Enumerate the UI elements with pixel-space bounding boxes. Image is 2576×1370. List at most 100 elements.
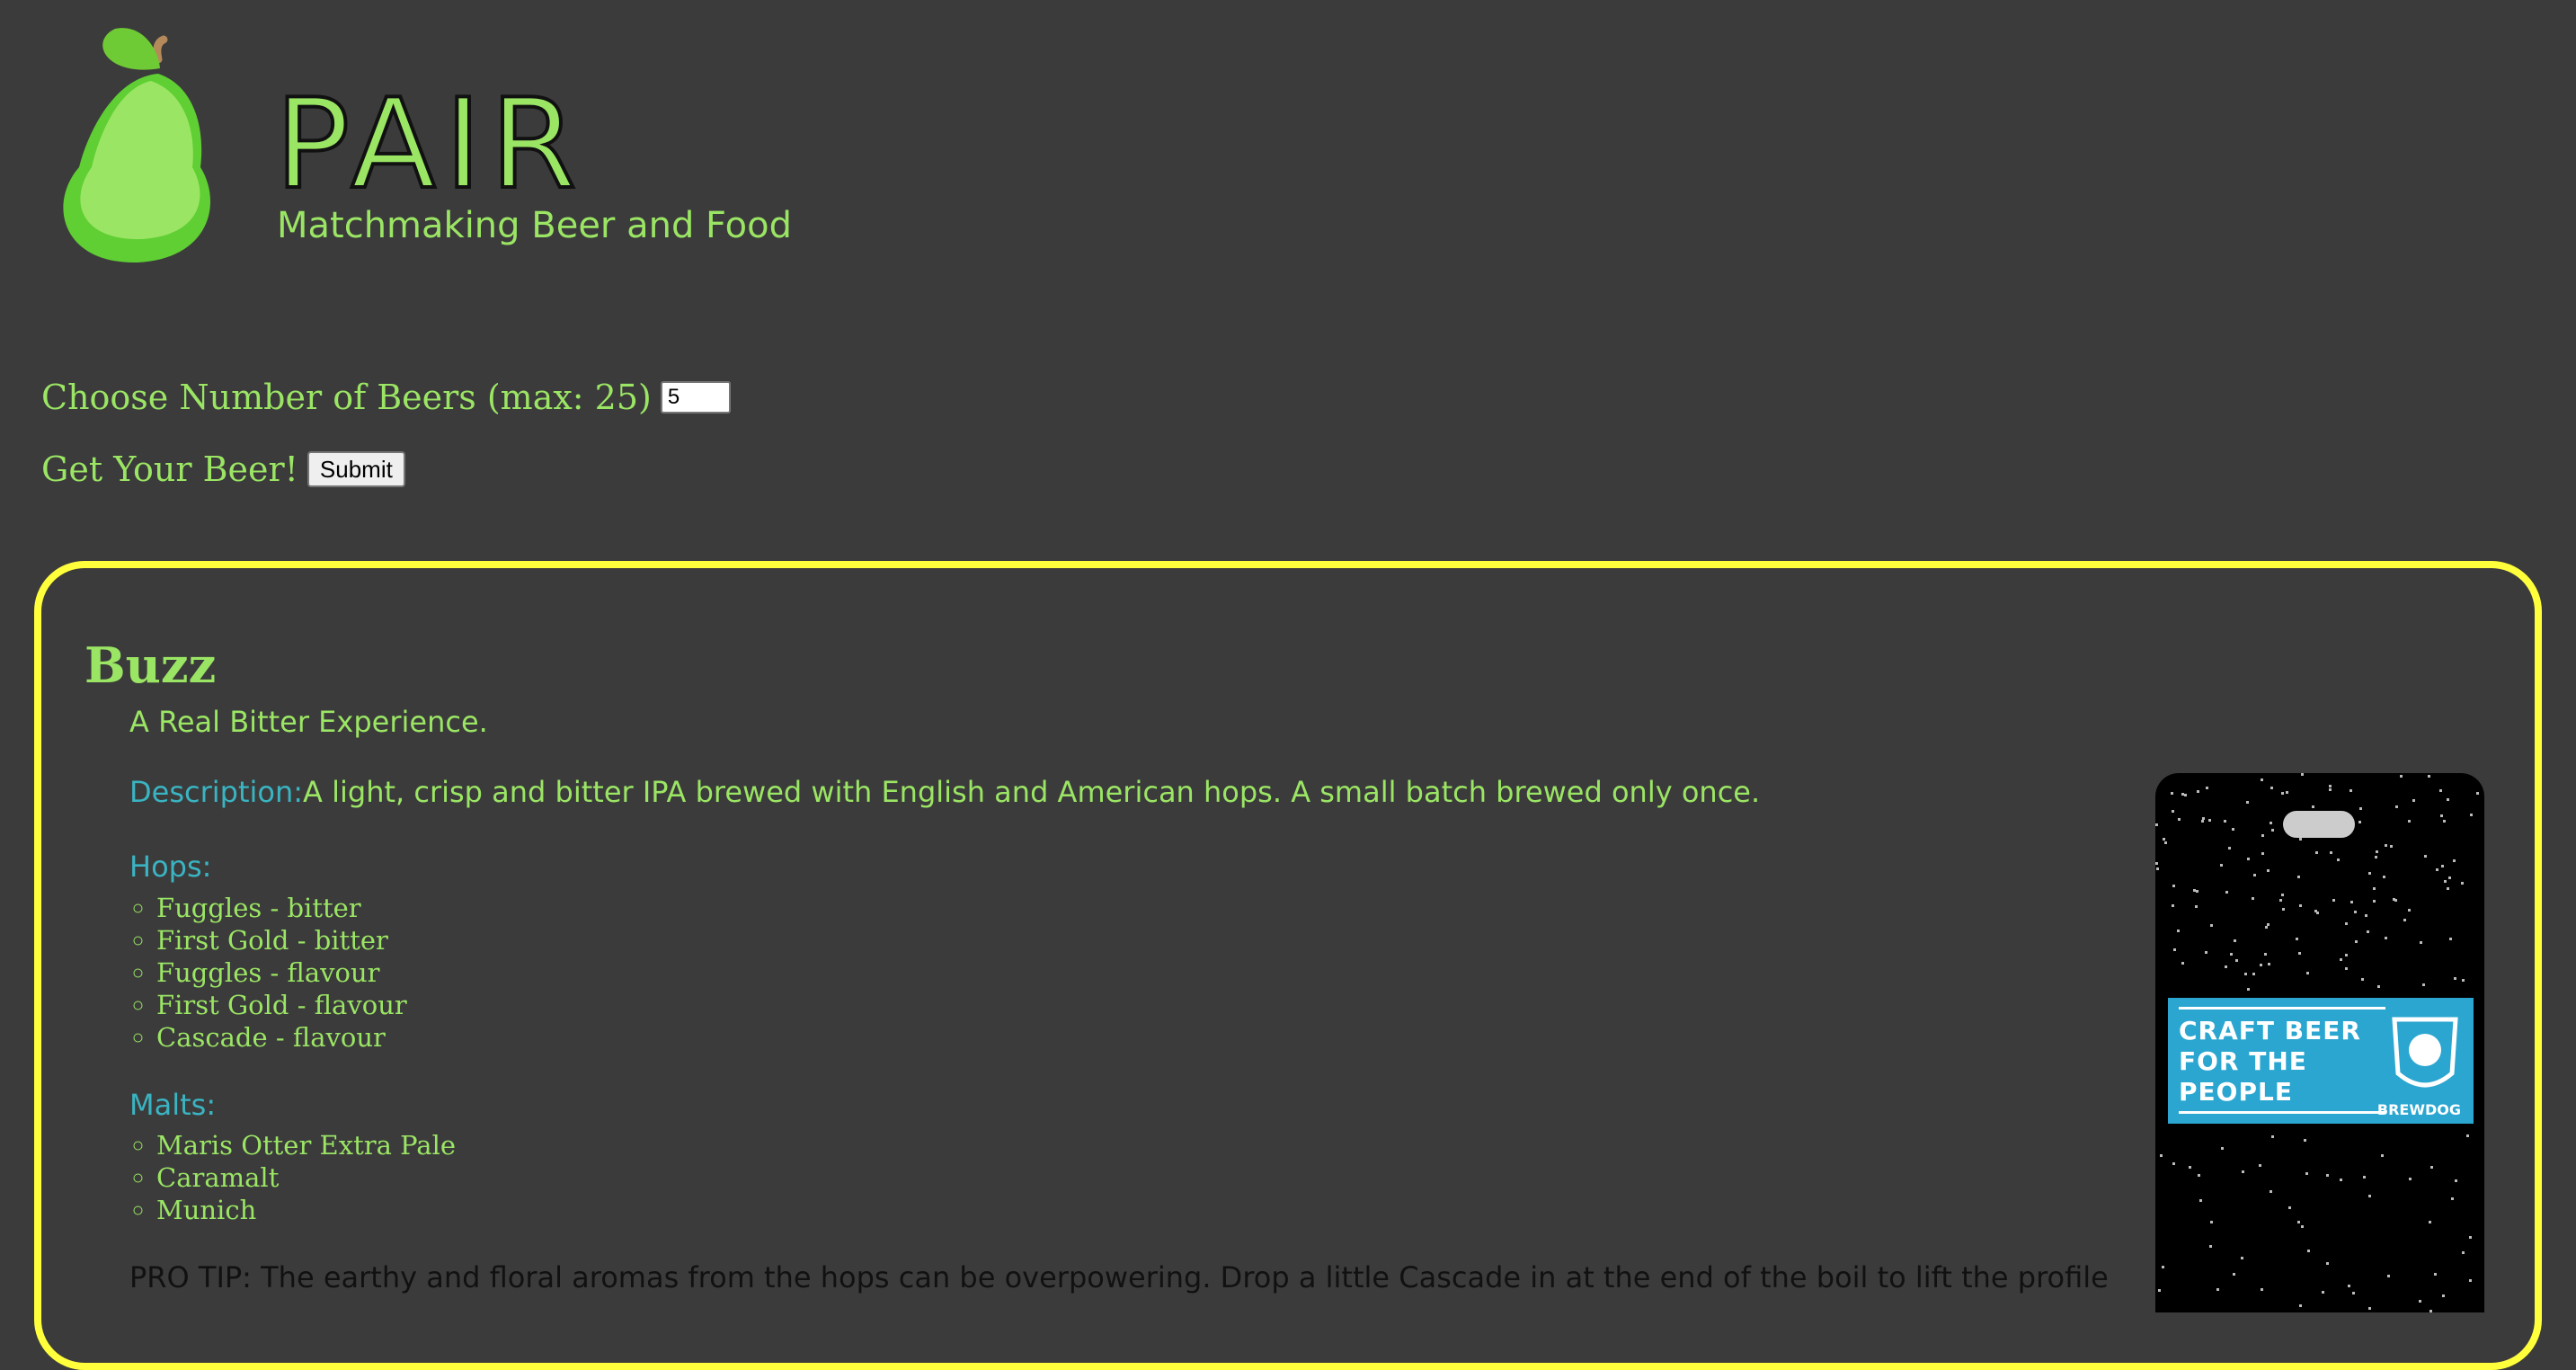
speck [2271,828,2275,832]
speck [2441,1294,2445,1298]
speck [2196,790,2199,794]
speck [2199,1199,2203,1203]
speck [2198,1173,2201,1177]
speck [2210,924,2214,928]
submit-button[interactable]: Submit [306,451,405,487]
speck [2247,987,2251,991]
malts-list: Maris Otter Extra Pale Caramalt Munich [128,1129,456,1226]
list-item: Fuggles - bitter [156,892,407,924]
speck [2220,1146,2224,1150]
speck [2307,1250,2311,1253]
speck [2350,900,2354,903]
speck [2372,886,2376,890]
beer-name: Buzz [84,636,217,694]
speck [2270,1135,2274,1139]
list-item: Fuggles - flavour [156,956,407,989]
beer-card: Buzz A Real Bitter Experience. Descripti… [34,561,2542,1370]
speck [2442,819,2446,823]
speck [2381,1154,2385,1158]
speck [2242,1170,2245,1174]
beer-count-input[interactable] [660,381,731,414]
speck [2354,939,2358,943]
speck [2172,885,2175,888]
speck [2448,938,2452,941]
speck [2207,819,2211,823]
speck [2189,1165,2192,1169]
speck [2336,858,2340,861]
speck [2394,805,2398,809]
speck [2383,876,2385,879]
speck [2232,1272,2235,1276]
speck [2269,1189,2272,1193]
hops-heading: Hops: [129,850,212,884]
speck [2220,864,2224,867]
speck [2260,778,2263,781]
speck [2301,773,2305,776]
speck [2161,1266,2164,1269]
speck [2279,899,2283,903]
speck [2367,1194,2371,1197]
speck [2447,887,2450,891]
speck [2344,966,2348,970]
speck [2422,983,2426,987]
speck [2400,774,2403,778]
speck [2374,856,2377,859]
speck [2364,913,2367,917]
speck [2298,904,2302,908]
speck [2314,851,2318,855]
speck [2157,1288,2161,1292]
speck [2372,900,2376,903]
speck [2305,1171,2309,1175]
speck [2209,1244,2213,1248]
speck [2461,979,2465,983]
speck [2443,879,2447,883]
speck [2297,1220,2301,1223]
speck [2223,819,2226,823]
speck [2339,957,2342,961]
speck [2329,784,2332,787]
speck [2362,1176,2366,1179]
beer-description: Description:A light, crisp and bitter IP… [129,775,1760,809]
speck [2435,867,2438,871]
speck [2264,925,2268,929]
speck [2344,921,2348,925]
speck [2266,869,2270,873]
speck [2420,941,2423,945]
speck [2427,774,2430,778]
speck [2408,1178,2412,1181]
speck [2269,821,2272,824]
speck [2177,930,2180,933]
beer-count-label: Choose Number of Beers (max: 25) [41,378,652,417]
speck [2298,838,2302,841]
speck [2440,865,2444,868]
pear-logo [63,28,211,263]
speck [2454,1179,2457,1183]
speck [2462,1251,2465,1255]
speck [2232,827,2235,831]
malts-heading: Malts: [129,1088,217,1122]
speck [2261,833,2265,837]
hops-list: Fuggles - bitter First Gold - bitter Fug… [128,892,407,1054]
speck [2332,898,2335,902]
list-item: Munich [156,1194,456,1226]
speck [2194,905,2198,909]
speck [2260,1288,2263,1292]
speck [2349,788,2353,792]
speck [2234,939,2237,943]
speck [2244,972,2248,975]
speck [2247,858,2251,861]
speck [2267,923,2270,927]
speck [2172,1162,2175,1166]
speck [2304,1138,2307,1142]
speck [2376,850,2379,854]
speck [2286,790,2289,794]
beer-label: CRAFT BEER FOR THE PEOPLE BREWDOG [2168,998,2474,1124]
speck [2412,798,2415,802]
speck [2433,1273,2437,1277]
speck [2423,854,2427,858]
speck [2173,948,2177,952]
speck [2270,786,2274,789]
speck [2177,817,2181,821]
speck [2470,814,2474,817]
list-item: Maris Otter Extra Pale [156,1129,456,1161]
